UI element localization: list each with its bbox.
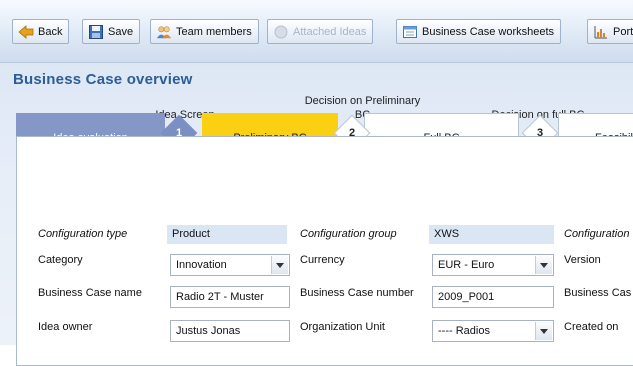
- bc-name-label: Business Case name: [38, 287, 142, 299]
- config-type-value: Product: [167, 225, 287, 244]
- portfolio-label: Port: [613, 25, 633, 38]
- toolbar: Back Save Team members Attached Ideas Bu…: [0, 0, 633, 63]
- team-members-icon: [156, 24, 172, 40]
- attached-ideas-label: Attached Ideas: [293, 25, 367, 38]
- attached-ideas-button[interactable]: Attached Ideas: [267, 19, 374, 44]
- config-type-label: Configuration type: [38, 228, 128, 240]
- worksheets-label: Business Case worksheets: [422, 25, 555, 38]
- idea-owner-label: Idea owner: [38, 321, 93, 333]
- worksheets-button[interactable]: Business Case worksheets: [396, 19, 562, 44]
- currency-label: Currency: [300, 254, 345, 266]
- dropdown-arrow-icon[interactable]: [271, 256, 288, 274]
- bc-col3-label: Business Cas: [564, 287, 632, 299]
- business-case-form: Configuration type Product Configuration…: [16, 136, 633, 366]
- dropdown-arrow-icon[interactable]: [535, 256, 552, 274]
- category-value: Innovation: [176, 259, 227, 271]
- save-disk-icon: [88, 24, 104, 40]
- currency-select[interactable]: EUR - Euro: [432, 254, 554, 276]
- portfolio-chart-icon: [593, 24, 609, 40]
- dropdown-arrow-icon[interactable]: [535, 322, 552, 340]
- org-unit-select[interactable]: ---- Radios: [432, 320, 554, 342]
- attached-ideas-icon: [273, 24, 289, 40]
- save-button[interactable]: Save: [82, 19, 141, 44]
- back-arrow-icon: [18, 24, 34, 40]
- config-group-value: XWS: [429, 225, 554, 244]
- back-label: Back: [38, 25, 63, 38]
- version-label: Version: [564, 254, 601, 266]
- bc-name-input[interactable]: Radio 2T - Muster: [170, 286, 290, 308]
- config-col3-label: Configuration: [564, 228, 630, 240]
- page-title: Business Case overview: [13, 71, 193, 88]
- currency-value: EUR - Euro: [438, 259, 495, 271]
- back-button[interactable]: Back: [12, 19, 70, 44]
- created-on-label: Created on: [564, 321, 619, 333]
- bc-number-label: Business Case number: [300, 287, 414, 299]
- save-label: Save: [108, 25, 134, 38]
- portfolio-button[interactable]: Port: [587, 19, 633, 44]
- worksheets-icon: [402, 24, 418, 40]
- bc-number-input[interactable]: 2009_P001: [432, 286, 554, 308]
- team-members-label: Team members: [176, 25, 252, 38]
- config-group-label: Configuration group: [300, 228, 397, 240]
- org-unit-label: Organization Unit: [300, 321, 385, 333]
- category-select[interactable]: Innovation: [170, 254, 290, 276]
- org-unit-value: ---- Radios: [438, 325, 490, 337]
- idea-owner-input[interactable]: Justus Jonas: [170, 320, 290, 342]
- category-label: Category: [38, 254, 83, 266]
- team-members-button[interactable]: Team members: [150, 19, 259, 44]
